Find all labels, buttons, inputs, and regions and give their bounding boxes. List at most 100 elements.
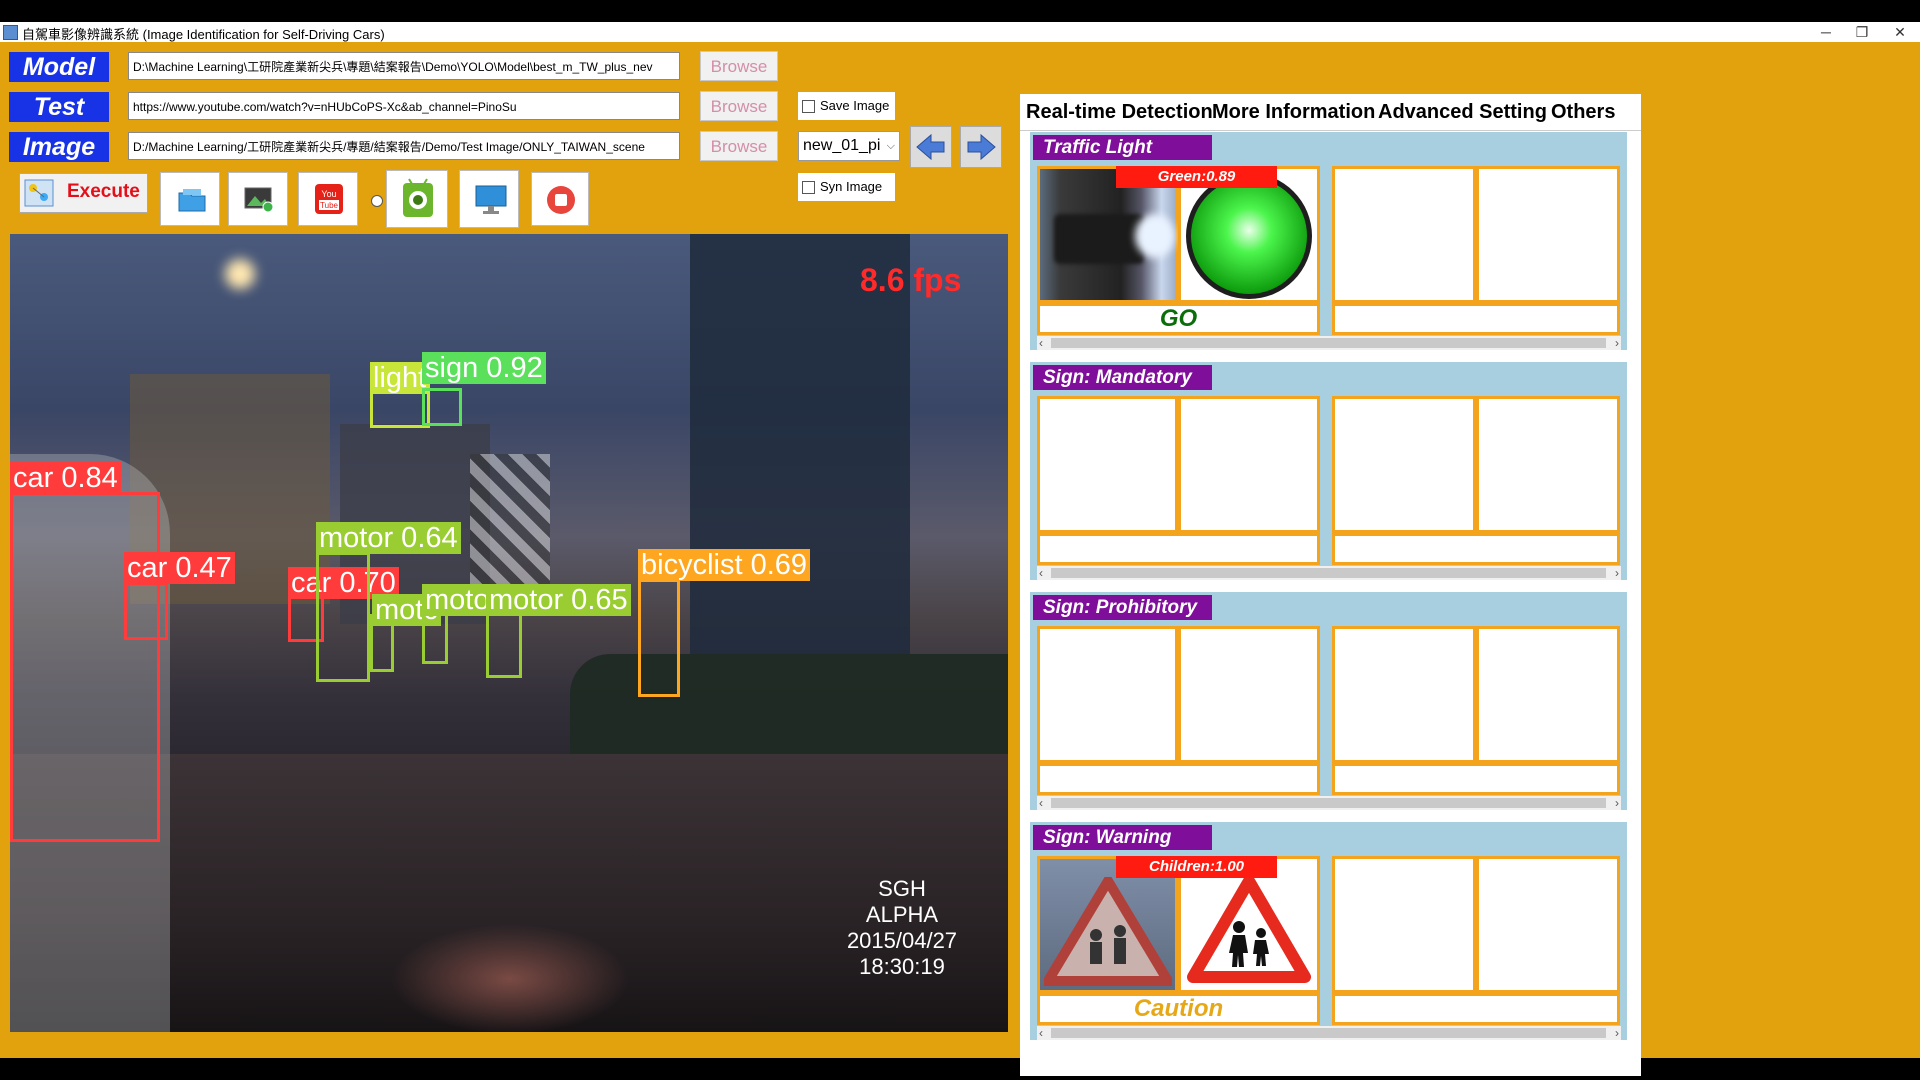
source-radio-droidcam[interactable]: [371, 195, 383, 207]
scroll-left-icon[interactable]: ‹: [1039, 796, 1043, 810]
horizontal-scrollbar[interactable]: ‹ ›: [1037, 796, 1621, 810]
group-title: Sign: Mandatory: [1033, 365, 1212, 390]
empty-slot: [1476, 626, 1620, 763]
scroll-left-icon[interactable]: ‹: [1039, 336, 1043, 350]
horizontal-scrollbar[interactable]: ‹ ›: [1037, 566, 1621, 580]
detection-box: [638, 579, 680, 697]
empty-caption: [1037, 763, 1320, 795]
empty-slot: [1476, 396, 1620, 533]
horizontal-scrollbar[interactable]: ‹ ›: [1037, 1026, 1621, 1040]
scroll-left-icon[interactable]: ‹: [1039, 1026, 1043, 1040]
folder-icon: [178, 189, 206, 212]
stop-button[interactable]: [531, 172, 589, 226]
camera-date: 2015/04/27: [846, 928, 958, 953]
syn-image-checkbox[interactable]: Syn Image: [798, 173, 895, 201]
detection-box: [316, 552, 370, 682]
children-sign-photo-icon: [1044, 877, 1172, 986]
children-crossing-icon: [1187, 875, 1311, 983]
model-browse-button[interactable]: Browse: [700, 51, 778, 81]
traffic-light-confidence: Green:0.89: [1116, 166, 1277, 188]
scroll-right-icon[interactable]: ›: [1615, 336, 1619, 350]
youtube-icon: You Tube: [315, 184, 343, 214]
green-light-icon: [1186, 173, 1312, 299]
traffic-light-group: Traffic Light Green:0.89 GO ‹ ›: [1030, 132, 1627, 350]
tab-real-time-detection[interactable]: Real-time Detection: [1026, 94, 1213, 130]
scroll-right-icon[interactable]: ›: [1615, 796, 1619, 810]
monitor-icon: [475, 185, 507, 214]
empty-slot: [1476, 166, 1620, 303]
stop-icon: [547, 186, 575, 214]
test-label: Test: [9, 92, 109, 122]
image-icon: [244, 187, 274, 213]
execute-label: Execute: [67, 181, 140, 202]
empty-slot: [1332, 856, 1476, 993]
source-folder-button[interactable]: [160, 172, 220, 226]
empty-slot: [1332, 166, 1476, 303]
detection-label: car 0.84: [10, 462, 121, 494]
next-image-button[interactable]: [960, 126, 1002, 168]
tab-more-information[interactable]: More Information: [1212, 94, 1375, 130]
checkbox-box[interactable]: [802, 181, 815, 195]
android-camera-icon: [403, 178, 433, 217]
scroll-thumb[interactable]: [1051, 1028, 1606, 1038]
source-screen-button[interactable]: [459, 170, 519, 228]
scroll-thumb[interactable]: [1051, 568, 1606, 578]
svg-text:You: You: [321, 189, 336, 199]
image-select-dropdown[interactable]: new_01_pi ⌵: [798, 131, 900, 161]
image-path-field[interactable]: D:/Machine Learning/工研院產業新尖兵/專題/結案報告/Dem…: [128, 132, 680, 160]
test-url-field[interactable]: https://www.youtube.com/watch?v=nHUbCoPS…: [128, 92, 680, 120]
source-droidcam-button[interactable]: [386, 170, 448, 228]
execute-button[interactable]: Execute: [19, 173, 148, 213]
detection-label: bicyclist 0.69: [638, 549, 811, 581]
empty-caption: [1332, 993, 1620, 1025]
group-title: Traffic Light: [1033, 135, 1212, 160]
empty-slot: [1332, 396, 1476, 533]
results-panel: Real-time Detection More Information Adv…: [1020, 94, 1641, 1076]
close-button[interactable]: ✕: [1882, 22, 1918, 42]
window-titlebar: 自駕車影像辨識系統 (Image Identification for Self…: [0, 22, 1920, 42]
empty-slot: [1037, 396, 1178, 533]
model-path-field[interactable]: D:\Machine Learning\工研院產業新尖兵\專題\結案報告\Dem…: [128, 52, 680, 80]
camera-name: SGH ALPHA: [865, 876, 939, 927]
source-youtube-button[interactable]: You Tube: [298, 172, 358, 226]
test-browse-button[interactable]: Browse: [700, 91, 778, 121]
prev-image-button[interactable]: [910, 126, 952, 168]
sign-mandatory-group: Sign: Mandatory ‹ ›: [1030, 362, 1627, 580]
scroll-right-icon[interactable]: ›: [1615, 1026, 1619, 1040]
syn-image-label: Syn Image: [820, 179, 883, 194]
empty-slot: [1037, 626, 1178, 763]
scroll-left-icon[interactable]: ‹: [1039, 566, 1043, 580]
bike-light-glow: [390, 924, 630, 1032]
source-image-button[interactable]: [228, 172, 288, 226]
detection-label: moto: [422, 584, 493, 616]
sign-prohibitory-group: Sign: Prohibitory ‹ ›: [1030, 592, 1627, 810]
scroll-thumb[interactable]: [1051, 338, 1606, 348]
detection-label: car 0.47: [124, 552, 235, 584]
street-lamp: [225, 259, 255, 289]
detection-box: [422, 388, 462, 426]
fps-counter: 8.6 fps: [860, 262, 962, 298]
restore-button[interactable]: ❐: [1844, 22, 1880, 42]
detection-label: sign 0.92: [422, 352, 546, 384]
camera-time: 18:30:19: [859, 954, 945, 979]
detection-box: [10, 492, 160, 842]
checkbox-box[interactable]: [802, 100, 815, 114]
save-image-checkbox[interactable]: Save Image: [798, 92, 895, 120]
scroll-right-icon[interactable]: ›: [1615, 566, 1619, 580]
empty-slot: [1178, 626, 1320, 763]
group-title: Sign: Warning: [1033, 825, 1212, 850]
scroll-thumb[interactable]: [1051, 798, 1606, 808]
warning-sign-status: Caution: [1037, 993, 1320, 1025]
minimize-button[interactable]: ─: [1808, 22, 1844, 42]
empty-caption: [1332, 303, 1620, 335]
save-image-label: Save Image: [820, 98, 890, 113]
horizontal-scrollbar[interactable]: ‹ ›: [1037, 336, 1621, 350]
tab-others[interactable]: Others: [1551, 94, 1615, 130]
model-label: Model: [9, 52, 109, 82]
tab-advanced-setting[interactable]: Advanced Setting: [1378, 94, 1547, 130]
video-frame: 8.6 fps car 0.84 car 0.47 car 0.70 light…: [10, 234, 1008, 1032]
detection-label: light: [370, 362, 430, 394]
tab-divider: [1020, 130, 1641, 131]
empty-slot: [1476, 856, 1620, 993]
image-browse-button[interactable]: Browse: [700, 131, 778, 161]
